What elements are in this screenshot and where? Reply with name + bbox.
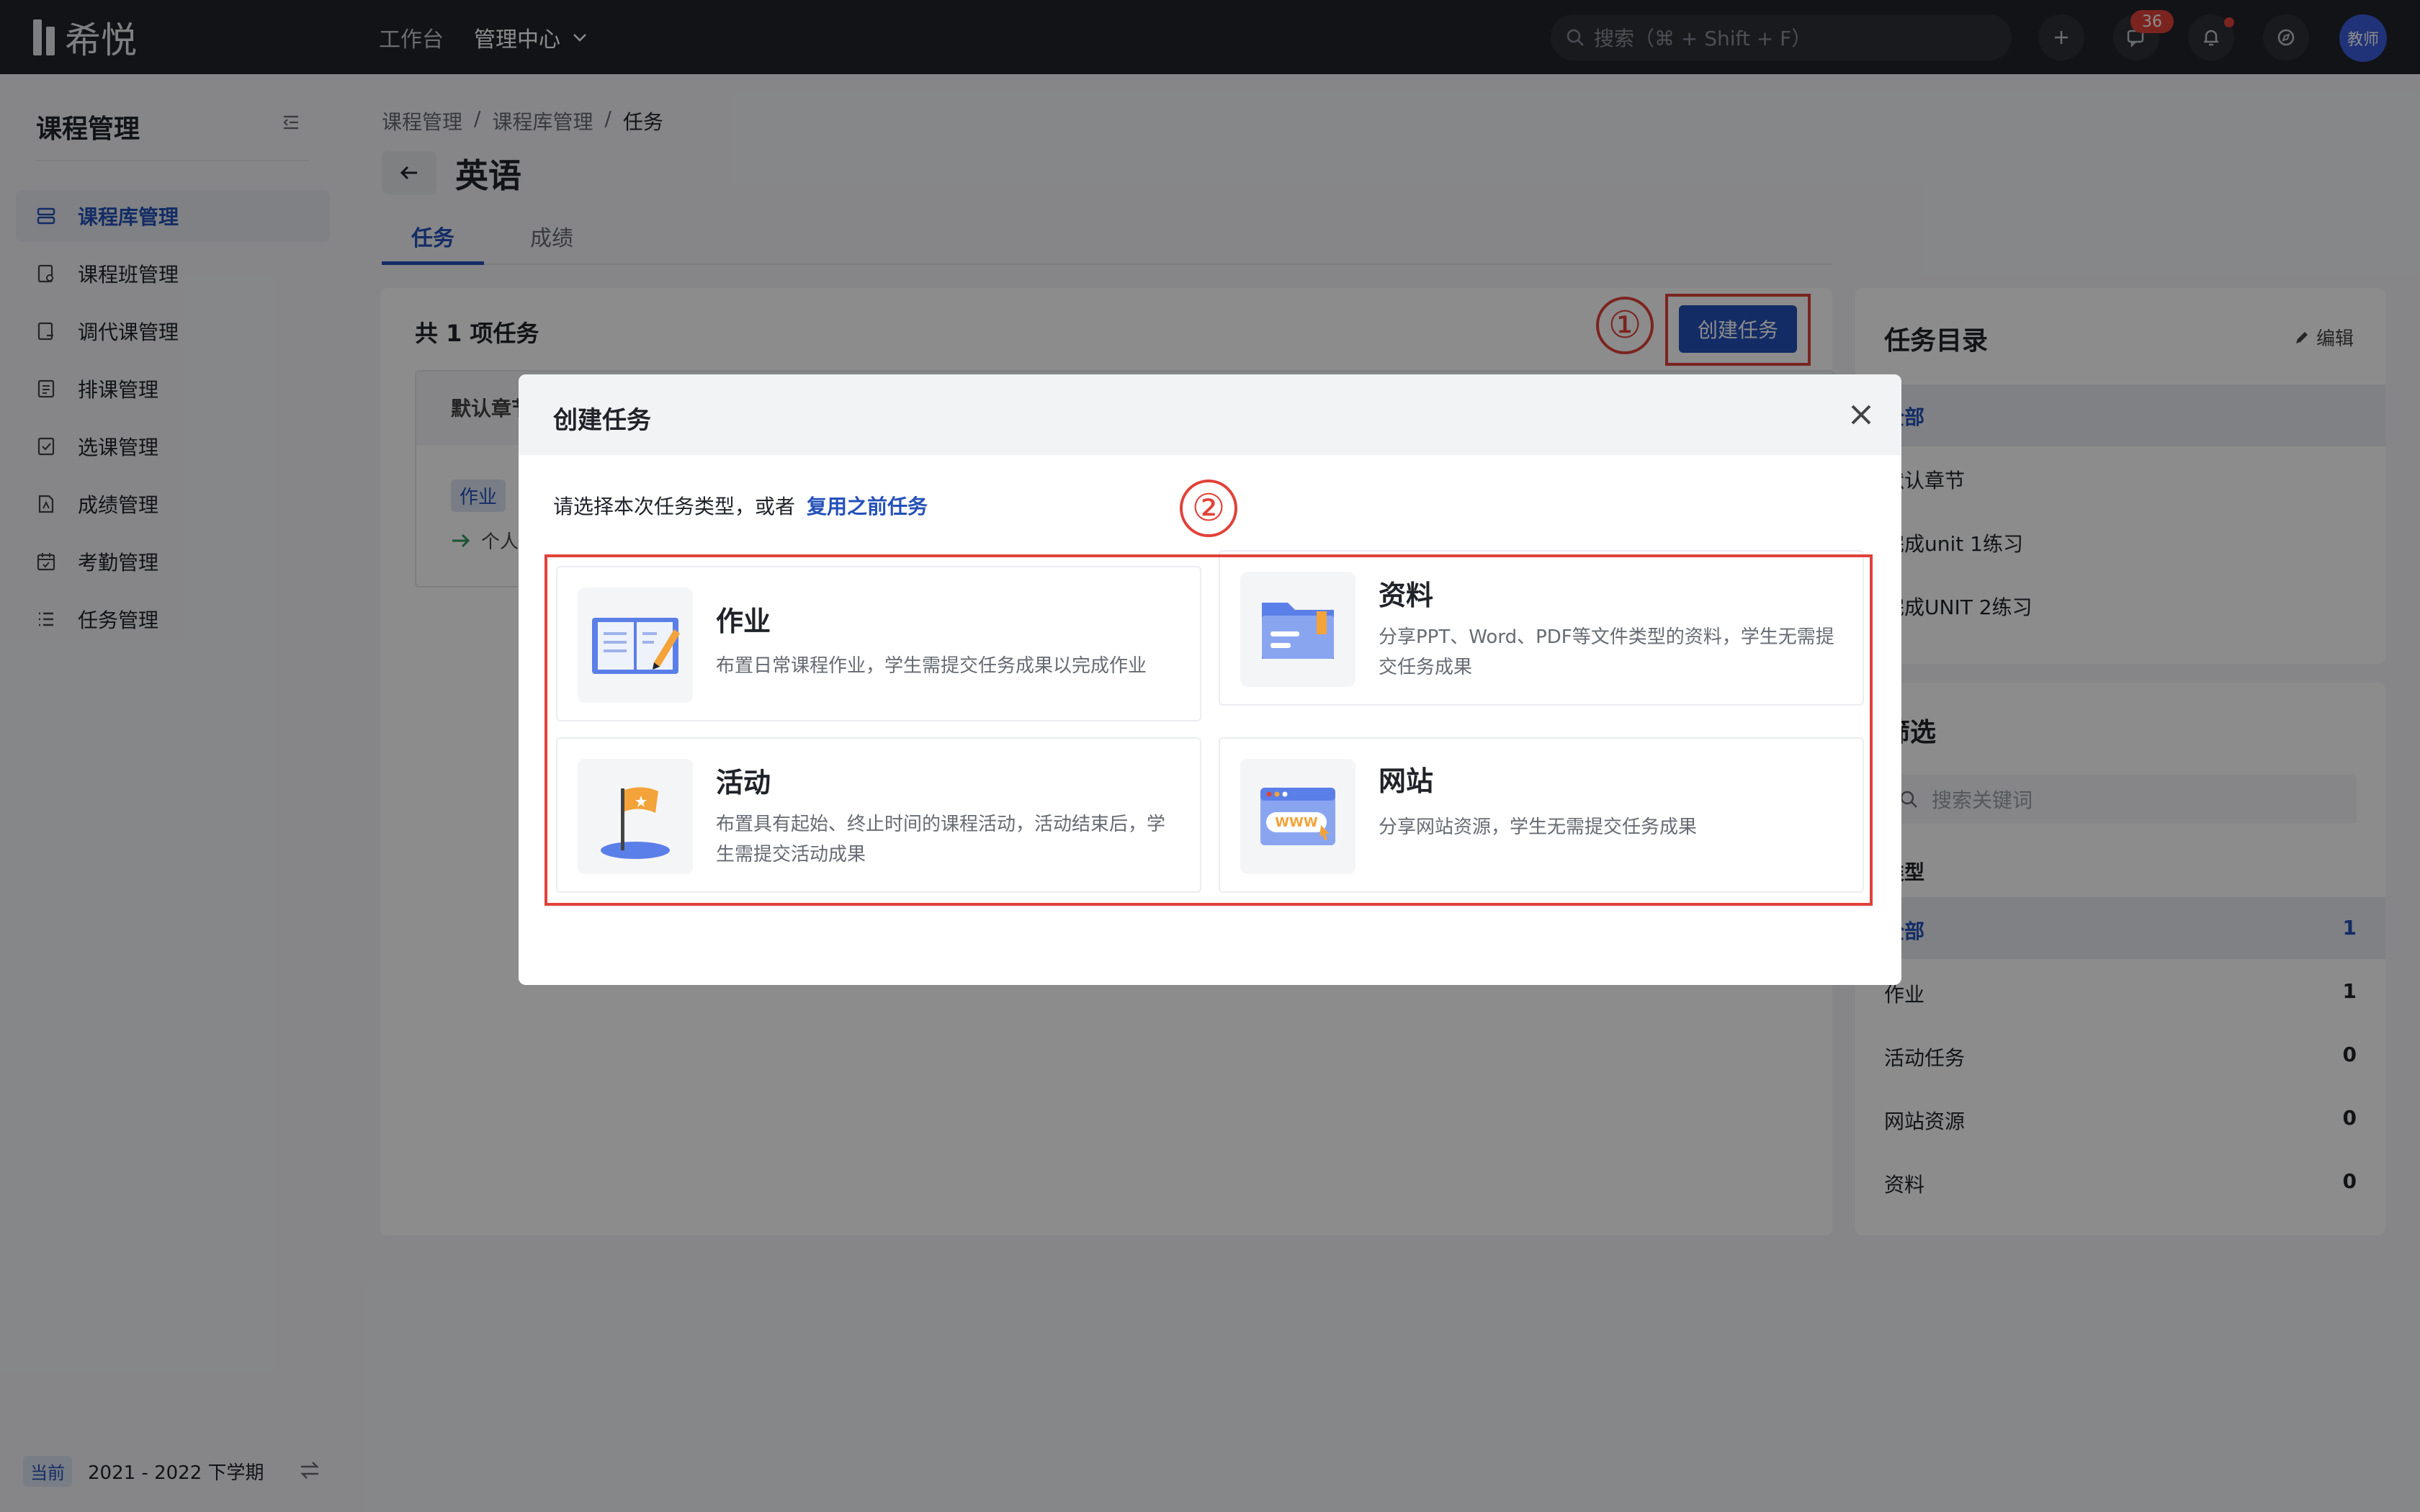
close-icon <box>1851 405 1871 425</box>
modal-close-button[interactable] <box>1847 400 1876 429</box>
reuse-previous-task-link[interactable]: 复用之前任务 <box>807 491 928 520</box>
modal-prompt-text: 请选择本次任务类型，或者 <box>553 495 796 518</box>
annotation-marker-2: ② <box>1180 480 1237 537</box>
modal-title: 创建任务 <box>553 406 651 435</box>
create-task-modal: 创建任务 请选择本次任务类型，或者 复用之前任务 ② 作业 布置日常课程作业，学… <box>519 374 1901 985</box>
modal-prompt: 请选择本次任务类型，或者 复用之前任务 <box>553 491 928 520</box>
modal-header <box>519 374 1901 455</box>
annotation-outline-options <box>544 554 1873 906</box>
